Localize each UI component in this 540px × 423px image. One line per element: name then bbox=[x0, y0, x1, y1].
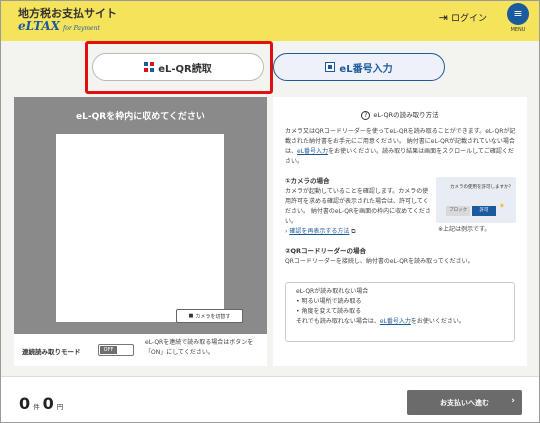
footer-bar: 0 件 0 円 お支払いへ進む › bbox=[1, 376, 539, 422]
note-item: • 角度を変えて読み取る bbox=[296, 308, 362, 315]
external-link-icon: ⧉ bbox=[349, 228, 356, 235]
note-item-text: 角度を変えて読み取る bbox=[301, 308, 362, 315]
menu-button[interactable]: ≡ MENU bbox=[503, 3, 533, 37]
login-icon: ⇥ bbox=[438, 11, 448, 24]
camera-switch-label: カメラを切替す bbox=[195, 313, 231, 320]
logo-main: eLTAX bbox=[18, 19, 60, 33]
continuous-mode-label: 連続読み取りモード bbox=[22, 348, 81, 356]
question-icon: ? bbox=[361, 111, 371, 120]
hamburger-icon: ≡ bbox=[507, 3, 529, 25]
note-item: • 明るい場所で読み取る bbox=[296, 298, 362, 305]
tab-el-number[interactable]: eL番号入力 bbox=[273, 53, 445, 81]
pay-button-label: お支払いへ進む bbox=[440, 398, 489, 407]
note-footer: それでも読み取れない場合は、eL番号入力をお使いください。 bbox=[296, 317, 511, 327]
camera-help-row: › 確認を再表示する方法 ⧉ bbox=[285, 227, 433, 237]
note-item-text: 明るい場所で読み取る bbox=[301, 298, 362, 305]
permission-block-button: ブロック bbox=[446, 206, 470, 216]
permission-message: カメラの使用を許可しますか？ bbox=[450, 185, 513, 190]
intro-el-number-link[interactable]: eL番号入力 bbox=[297, 148, 328, 155]
reader-heading: ②QRコードリーダーの場合 bbox=[285, 247, 367, 255]
camera-switch-button[interactable]: ■ カメラを切替す bbox=[176, 309, 243, 323]
camera-text: カメラが起動していることを確認します。カメラの使用許可を求める確認が表示された場… bbox=[285, 188, 431, 225]
note-el-number-link[interactable]: eL番号入力 bbox=[380, 318, 411, 325]
instructions-title: ? eL-QRの読み取り方法 bbox=[273, 109, 527, 120]
camera-icon: ■ bbox=[188, 313, 194, 319]
logo-sub: for Payment bbox=[63, 25, 100, 32]
site-header: 地方税お支払サイト eLTAX for Payment ⇥ ログイン ≡ MEN… bbox=[1, 1, 539, 41]
app-frame: 地方税お支払サイト eLTAX for Payment ⇥ ログイン ≡ MEN… bbox=[0, 0, 540, 423]
total-amount: 0 bbox=[42, 394, 54, 413]
number-icon bbox=[325, 62, 336, 72]
continuous-mode-toggle[interactable]: OFF bbox=[98, 344, 134, 356]
instructions-panel: ? eL-QRの読み取り方法 カメラ又はQRコードリーダーを使ってeL-QRを読み… bbox=[273, 97, 527, 366]
item-count-unit: 件 bbox=[33, 403, 40, 411]
item-count: 0 bbox=[19, 394, 31, 413]
reader-text: QRコードリーダーを接続し、納付書のeL-QRを読み取ってください。 bbox=[285, 258, 474, 265]
login-link[interactable]: ⇥ ログイン bbox=[439, 11, 487, 24]
camera-title: eL-QRを枠内に収めてください bbox=[76, 112, 205, 122]
tab-highlight-box bbox=[85, 41, 273, 94]
reshow-permission-link[interactable]: 確認を再表示する方法 bbox=[289, 228, 349, 235]
permission-allow-button: 許可 bbox=[472, 206, 496, 216]
menu-label: MENU bbox=[510, 27, 526, 33]
login-label: ログイン bbox=[450, 14, 487, 24]
note-text: それでも読み取れない場合は、 bbox=[296, 318, 380, 325]
intro-paragraph: カメラ又はQRコードリーダーを使ってeL-QRを読み取ることができます。eL-Q… bbox=[285, 127, 519, 167]
note-text-2: をお使いください。 bbox=[410, 318, 465, 325]
instructions-title-text: eL-QRの読み取り方法 bbox=[373, 111, 439, 119]
amount-unit: 円 bbox=[56, 403, 64, 411]
permission-example: カメラの使用を許可しますか？ ブロック 許可 ✶ bbox=[436, 177, 516, 223]
toggle-state: OFF bbox=[100, 346, 117, 354]
note-title: eL-QRが読み取れない場合 bbox=[296, 288, 369, 295]
tab-number-label: eL番号入力 bbox=[339, 63, 393, 75]
troubleshoot-note: eL-QRが読み取れない場合 • 明るい場所で読み取る • 角度を変えて読み取る… bbox=[285, 282, 515, 342]
camera-heading: ①カメラの場合 bbox=[285, 177, 330, 185]
example-note: ※上記は例示です。 bbox=[438, 226, 491, 233]
sparkle-icon: ✶ bbox=[499, 202, 505, 210]
eltax-logo[interactable]: eLTAX for Payment bbox=[18, 19, 100, 33]
camera-viewfinder bbox=[56, 134, 224, 322]
continuous-mode-row: 連続読み取りモード OFF eL-QRを連続で読み取る場合はボタンを「ON」にし… bbox=[14, 334, 267, 366]
proceed-to-payment-button[interactable]: お支払いへ進む › bbox=[407, 390, 522, 415]
continuous-mode-description: eL-QRを連続で読み取る場合はボタンを「ON」にしてください。 bbox=[145, 339, 254, 356]
camera-panel: eL-QRを枠内に収めてください ■ カメラを切替す bbox=[14, 97, 267, 334]
chevron-right-icon: › bbox=[511, 396, 515, 406]
input-method-tabs: eL-QR読取 eL番号入力 bbox=[1, 41, 539, 94]
payment-summary: 0 件 0 円 bbox=[19, 394, 63, 413]
